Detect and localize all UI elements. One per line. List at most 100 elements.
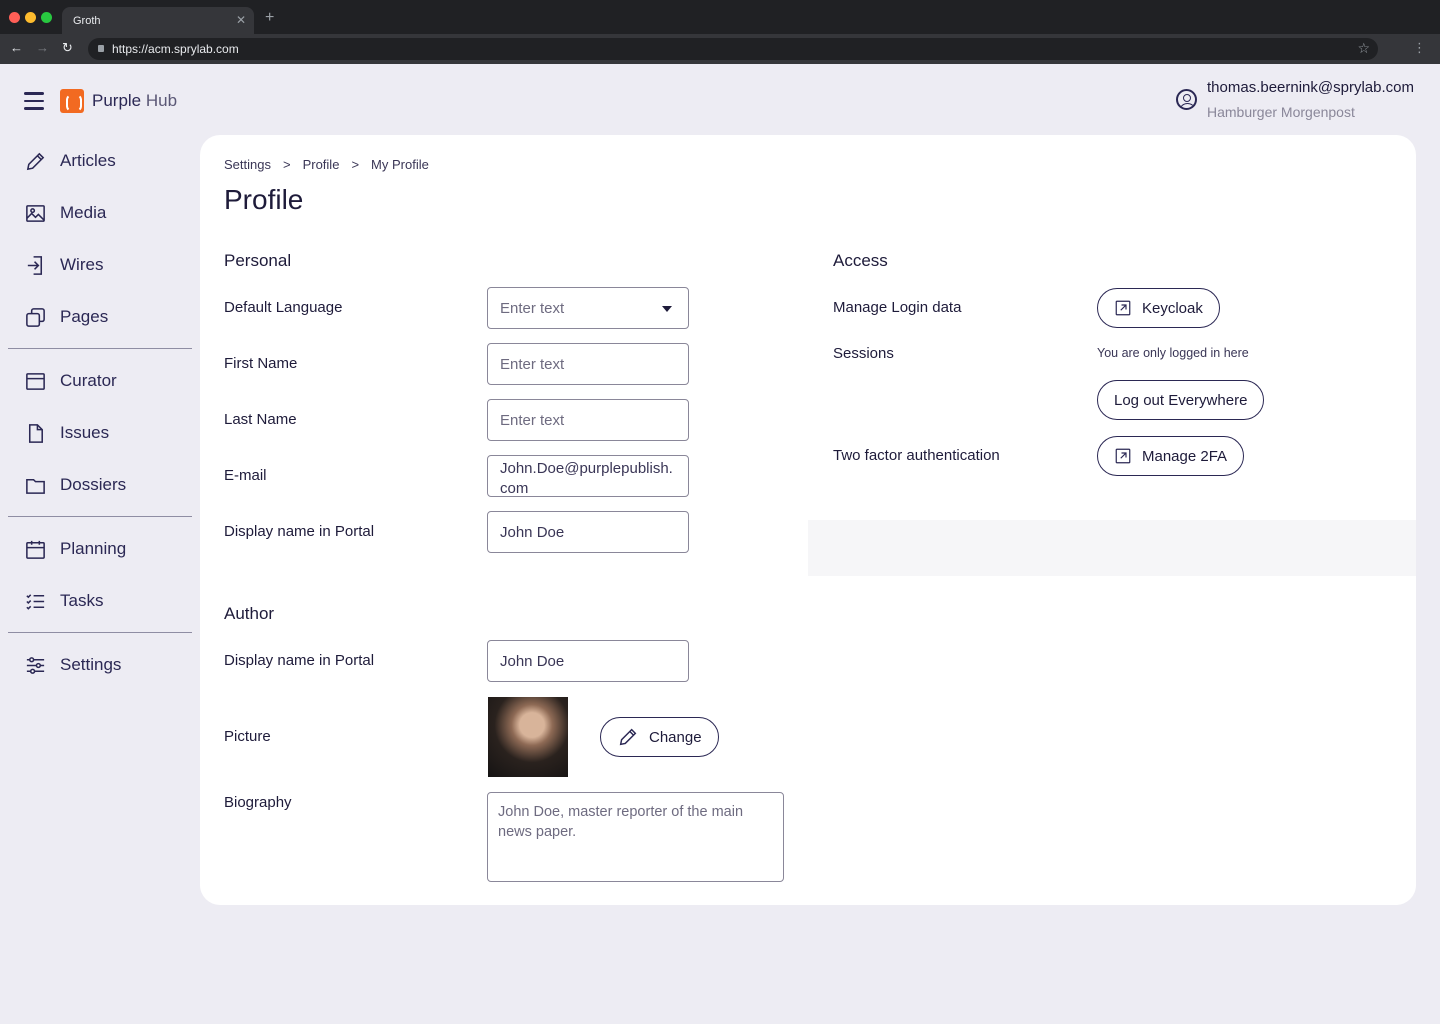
browser-window-icon [26, 372, 45, 390]
portal-display-name-input[interactable]: John Doe [487, 511, 689, 553]
calendar-icon [26, 540, 45, 559]
browser-tabstrip: Groth ✕ + [0, 0, 1440, 34]
chevron-down-icon [662, 306, 672, 312]
document-icon [28, 423, 43, 443]
sidebar-item-planning[interactable]: Planning [24, 533, 194, 565]
sidebar-item-label: Issues [60, 423, 110, 442]
sidebar-item-label: Curator [60, 371, 117, 390]
back-icon[interactable]: ← [10, 40, 23, 55]
bookmark-star-icon[interactable]: ☆ [1357, 40, 1370, 57]
manage-2fa-label: Manage 2FA [1142, 447, 1228, 465]
address-bar[interactable]: https://acm.sprylab.com ☆ [88, 38, 1378, 60]
breadcrumb-settings[interactable]: Settings [224, 157, 271, 172]
image-icon [26, 204, 45, 222]
personal-section-title: Personal [224, 251, 292, 270]
portal-display-name-value: John Doe [500, 523, 565, 541]
sidebar-item-label: Pages [60, 307, 109, 326]
lock-icon [98, 45, 104, 52]
pencil-icon [26, 152, 45, 170]
user-account-icon[interactable] [1176, 89, 1197, 110]
sidebar-item-articles[interactable]: Articles [24, 145, 194, 177]
sliders-icon [26, 656, 45, 674]
sidebar-divider [8, 348, 192, 349]
default-language-select[interactable]: Enter text [487, 287, 689, 329]
change-picture-button[interactable]: Change [600, 717, 719, 757]
manage-2fa-button[interactable]: Manage 2FA [1097, 436, 1245, 476]
sidebar-item-media[interactable]: Media [24, 197, 194, 229]
sidebar-item-label: Dossiers [60, 475, 127, 494]
last-name-label: Last Name [224, 411, 297, 428]
task-list-icon [26, 593, 45, 610]
close-window-icon[interactable] [9, 12, 20, 23]
breadcrumb: Settings > Profile > My Profile [224, 157, 429, 172]
browser-toolbar: ← → ↻ https://acm.sprylab.com ☆ ⋮ [0, 34, 1440, 64]
email-value-line2: com [500, 480, 529, 497]
logout-everywhere-button[interactable]: Log out Everywhere [1097, 380, 1265, 420]
twofa-label: Two factor authentication [833, 447, 1000, 464]
portal-display-name-label: Display name in Portal [224, 523, 375, 540]
sidebar-item-label: Media [60, 203, 107, 222]
sidebar-item-curator[interactable]: Curator [24, 365, 194, 397]
reload-icon[interactable]: ↻ [62, 40, 73, 56]
brand-sub: Hub [145, 91, 178, 110]
biography-label: Biography [224, 794, 292, 811]
change-button-label: Change [649, 728, 702, 746]
sidebar-item-label: Articles [60, 151, 116, 170]
user-email[interactable]: thomas.beernink@sprylab.com [1207, 79, 1414, 96]
breadcrumb-my-profile: My Profile [371, 157, 429, 172]
tab-close-icon[interactable]: ✕ [236, 13, 246, 27]
tab-title: Groth [73, 15, 101, 27]
sidebar-item-wires[interactable]: Wires [24, 249, 194, 281]
sessions-label: Sessions [833, 345, 894, 362]
brand-name: Purple Hub [92, 91, 177, 111]
keycloak-button-label: Keycloak [1142, 299, 1203, 317]
purple-hub-logo [60, 89, 84, 113]
sidebar-item-dossiers[interactable]: Dossiers [24, 469, 194, 501]
default-language-placeholder: Enter text [500, 299, 565, 317]
manage-login-label: Manage Login data [833, 299, 962, 316]
sidebar-item-pages[interactable]: Pages [24, 301, 194, 333]
author-display-name-value: John Doe [500, 652, 565, 670]
pages-icon [26, 307, 45, 327]
sidebar-item-label: Settings [60, 655, 122, 674]
user-organization: Hamburger Morgenpost [1207, 104, 1355, 120]
access-panel-footer [808, 520, 1416, 576]
author-photo [488, 697, 568, 777]
forward-icon[interactable]: → [36, 40, 49, 55]
browser-tab[interactable]: Groth ✕ [62, 7, 254, 34]
import-icon [27, 255, 43, 275]
default-language-label: Default Language [224, 299, 343, 316]
browser-menu-icon[interactable]: ⋮ [1413, 40, 1426, 56]
folder-icon [26, 478, 45, 494]
author-display-name-label: Display name in Portal [224, 652, 375, 669]
pencil-icon [619, 728, 637, 746]
maximize-window-icon[interactable] [41, 12, 52, 23]
sidebar-divider [8, 632, 192, 633]
access-section-title: Access [833, 251, 888, 270]
sidebar-item-issues[interactable]: Issues [24, 417, 194, 449]
biography-textarea[interactable]: John Doe, master reporter of the main ne… [487, 792, 784, 882]
author-display-name-input[interactable]: John Doe [487, 640, 689, 682]
breadcrumb-profile[interactable]: Profile [303, 157, 340, 172]
external-link-icon [1115, 300, 1131, 316]
email-label: E-mail [224, 467, 267, 484]
first-name-label: First Name [224, 355, 298, 372]
sidebar-divider [8, 516, 192, 517]
new-tab-icon[interactable]: + [265, 9, 274, 27]
sidebar-item-settings[interactable]: Settings [24, 649, 194, 681]
email-input[interactable]: John.Doe@purplepublish. com [487, 455, 689, 497]
logout-button-label: Log out Everywhere [1114, 391, 1248, 409]
last-name-placeholder: Enter text [500, 411, 565, 429]
external-link-icon [1115, 448, 1131, 464]
email-value-line1: John.Doe@purplepublish. [500, 460, 673, 477]
last-name-input[interactable]: Enter text [487, 399, 689, 441]
sidebar-item-tasks[interactable]: Tasks [24, 585, 194, 617]
brand-main: Purple [92, 91, 142, 110]
minimize-window-icon[interactable] [25, 12, 36, 23]
hamburger-menu-icon[interactable] [24, 92, 44, 110]
first-name-input[interactable]: Enter text [487, 343, 689, 385]
keycloak-button[interactable]: Keycloak [1097, 288, 1220, 328]
sidebar-item-label: Planning [60, 539, 127, 558]
author-section-title: Author [224, 604, 275, 623]
picture-label: Picture [224, 728, 271, 745]
